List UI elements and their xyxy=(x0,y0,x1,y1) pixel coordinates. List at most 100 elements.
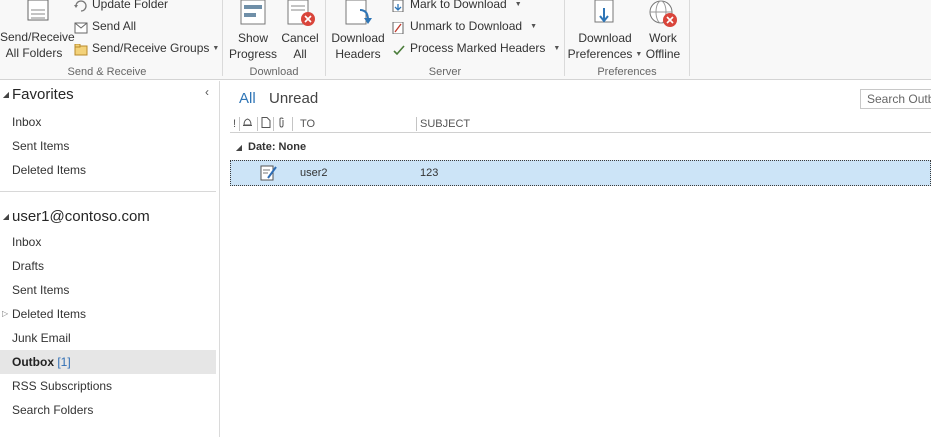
pane-divider xyxy=(0,191,216,192)
show-progress-label-1: Show xyxy=(237,31,269,45)
column-separator xyxy=(416,117,417,131)
cancel-all-label-2: All xyxy=(293,47,307,61)
folder-label: Drafts xyxy=(12,259,45,273)
mark-to-download-button[interactable]: Mark to Download ▼ xyxy=(392,0,522,14)
favorite-item-deleted-items[interactable]: Deleted Items xyxy=(0,158,216,182)
folder-label: Outbox xyxy=(12,355,54,369)
item-type-icon[interactable] xyxy=(261,117,271,131)
table-row[interactable]: user2 123 xyxy=(230,160,931,186)
column-separator xyxy=(292,117,293,131)
update-folder-button[interactable]: Update Folder xyxy=(74,0,168,14)
folder-label: Inbox xyxy=(12,115,42,129)
cancel-all-button[interactable]: Cancel All xyxy=(277,0,323,62)
message-to: user2 xyxy=(300,167,328,179)
folder-label: Search Folders xyxy=(12,403,94,417)
send-receive-all-icon xyxy=(18,0,50,28)
search-input[interactable]: Search Outb xyxy=(860,89,931,109)
preferences-group: Download Preferences ▼ Work Offline Prefe… xyxy=(565,0,689,80)
download-preferences-button[interactable]: Download Preferences ▼ xyxy=(567,0,643,63)
folder-label: Deleted Items xyxy=(12,163,87,177)
filter-unread-tab[interactable]: Unread xyxy=(269,90,318,107)
download-headers-label-1: Download xyxy=(331,31,385,45)
unmark-to-download-icon xyxy=(392,20,406,35)
date-group-label: Date: None xyxy=(248,141,307,153)
folder-item-drafts[interactable]: Drafts xyxy=(0,254,216,278)
attachment-icon[interactable] xyxy=(277,117,286,131)
work-offline-label-2: Offline xyxy=(645,47,681,61)
chevron-down-icon: ▼ xyxy=(212,44,220,52)
folder-label: Sent Items xyxy=(12,139,70,153)
collapse-triangle-icon[interactable]: ◢ xyxy=(0,212,12,221)
reminder-bell-icon[interactable] xyxy=(242,117,253,131)
column-separator xyxy=(273,117,274,131)
expand-triangle-icon[interactable]: ▷ xyxy=(2,302,8,326)
unread-count-badge: [1] xyxy=(57,355,71,369)
process-marked-headers-button[interactable]: Process Marked Headers ▼ xyxy=(392,38,560,58)
draft-pencil-icon xyxy=(260,164,278,182)
unmark-to-download-button[interactable]: Unmark to Download ▼ xyxy=(392,16,537,36)
folder-item-deleted-items[interactable]: ▷ Deleted Items xyxy=(0,302,216,326)
favorite-item-sent-items[interactable]: Sent Items xyxy=(0,134,216,158)
chevron-down-icon: ▼ xyxy=(553,44,561,52)
folder-item-outbox[interactable]: Outbox [1] xyxy=(0,350,216,374)
collapse-triangle-icon[interactable]: ◢ xyxy=(0,90,12,99)
download-headers-label-2: Headers xyxy=(335,47,381,61)
work-offline-button[interactable]: Work Offline xyxy=(641,0,685,62)
preferences-group-label: Preferences xyxy=(597,66,657,78)
folder-item-junk-email[interactable]: Junk Email xyxy=(0,326,216,350)
folder-label: RSS Subscriptions xyxy=(12,379,113,393)
process-marked-headers-label: Process Marked Headers xyxy=(410,41,546,55)
folder-item-inbox[interactable]: Inbox xyxy=(0,230,216,254)
send-all-label: Send All xyxy=(92,19,137,33)
download-group: Show Progress Cancel All Download xyxy=(223,0,325,80)
update-folder-icon xyxy=(74,0,88,12)
download-headers-icon xyxy=(342,0,374,28)
column-separator xyxy=(239,117,240,131)
send-receive-all-folders-button[interactable]: Send/Receive All Folders xyxy=(0,0,75,61)
chevron-down-icon: ▼ xyxy=(530,22,537,30)
cancel-all-label-1: Cancel xyxy=(281,31,319,45)
send-receive-group: Send/Receive All Folders Update Folder S… xyxy=(0,0,222,80)
favorite-item-inbox[interactable]: Inbox xyxy=(0,110,216,134)
download-preferences-icon xyxy=(589,0,621,28)
download-headers-button[interactable]: Download Headers xyxy=(330,0,386,62)
collapse-pane-icon[interactable]: ‹ xyxy=(205,85,209,99)
update-folder-label: Update Folder xyxy=(92,0,169,11)
send-receive-groups-icon xyxy=(74,42,88,56)
send-receive-all-label-2: All Folders xyxy=(5,46,63,60)
folder-label: Junk Email xyxy=(12,331,71,345)
download-group-label: Download xyxy=(249,66,299,78)
favorites-header[interactable]: ◢ Favorites xyxy=(0,86,74,103)
ribbon: Send/Receive All Folders Update Folder S… xyxy=(0,0,931,80)
download-preferences-label-2: Preferences xyxy=(567,47,633,61)
folder-item-sent-items[interactable]: Sent Items xyxy=(0,278,216,302)
folder-item-search-folders[interactable]: Search Folders xyxy=(0,398,216,422)
favorites-header-label: Favorites xyxy=(12,86,74,103)
column-separator xyxy=(257,117,258,131)
show-progress-label-2: Progress xyxy=(228,47,278,61)
show-progress-button[interactable]: Show Progress xyxy=(227,0,279,62)
server-group-label: Server xyxy=(428,66,462,78)
collapse-triangle-icon[interactable]: ◢ xyxy=(230,138,248,158)
work-offline-label-1: Work xyxy=(649,31,677,45)
column-header: ! TO SUBJECT xyxy=(230,115,931,133)
folder-label: Inbox xyxy=(12,235,42,249)
importance-column-header[interactable]: ! xyxy=(233,117,236,131)
to-column-header[interactable]: TO xyxy=(300,117,315,131)
send-receive-groups-button[interactable]: Send/Receive Groups ▼ xyxy=(74,38,219,58)
account-header-label: user1@contoso.com xyxy=(12,208,150,225)
send-all-icon xyxy=(74,20,88,34)
subject-column-header[interactable]: SUBJECT xyxy=(420,117,470,131)
folder-item-rss-subscriptions[interactable]: RSS Subscriptions xyxy=(0,374,216,398)
filter-all-tab[interactable]: All xyxy=(239,90,256,107)
folder-label: Deleted Items xyxy=(12,307,87,321)
folder-pane: ◢ Favorites ‹ Inbox Sent Items Deleted It… xyxy=(0,81,220,437)
date-group-header[interactable]: ◢ Date: None xyxy=(230,137,931,157)
account-header[interactable]: ◢ user1@contoso.com xyxy=(0,208,150,225)
send-receive-groups-label: Send/Receive Groups xyxy=(92,41,210,55)
show-progress-icon xyxy=(239,0,267,28)
send-receive-group-label: Send & Receive xyxy=(67,66,147,78)
chevron-down-icon: ▼ xyxy=(514,0,522,8)
mark-to-download-label: Mark to Download xyxy=(410,0,507,11)
send-all-button[interactable]: Send All xyxy=(74,16,136,36)
